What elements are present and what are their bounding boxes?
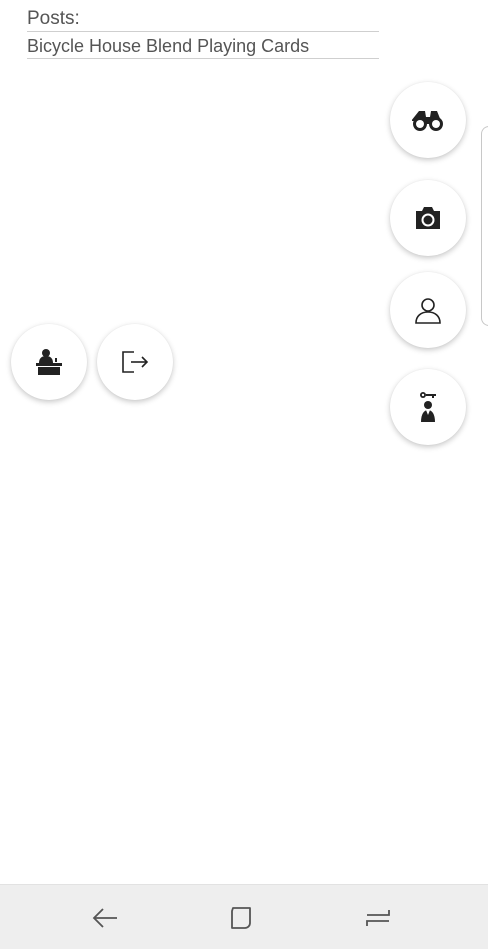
reception-button[interactable] <box>11 324 87 400</box>
camera-button[interactable] <box>390 180 466 256</box>
back-arrow-icon <box>92 908 117 928</box>
post-title: Bicycle House Blend Playing Cards <box>27 36 310 56</box>
binoculars-button[interactable] <box>390 82 466 158</box>
home-button[interactable] <box>224 901 258 935</box>
binoculars-icon <box>412 111 443 131</box>
back-button[interactable] <box>88 901 122 935</box>
person-key-icon <box>420 392 436 422</box>
clipped-text-top <box>0 0 200 4</box>
camera-icon <box>416 207 440 229</box>
user-icon <box>415 298 441 324</box>
recents-button[interactable] <box>361 901 395 935</box>
profile-button[interactable] <box>390 272 466 348</box>
desk-person-icon <box>36 349 62 375</box>
logout-icon <box>122 351 149 373</box>
home-square-icon <box>231 907 251 929</box>
logout-button[interactable] <box>97 324 173 400</box>
system-navigation-bar <box>0 884 488 949</box>
posts-label: Posts: <box>27 8 80 29</box>
admin-button[interactable] <box>390 369 466 445</box>
edge-panel-handle[interactable] <box>481 126 488 326</box>
recents-icon <box>366 910 390 926</box>
post-list-item[interactable]: Bicycle House Blend Playing Cards <box>27 31 379 59</box>
